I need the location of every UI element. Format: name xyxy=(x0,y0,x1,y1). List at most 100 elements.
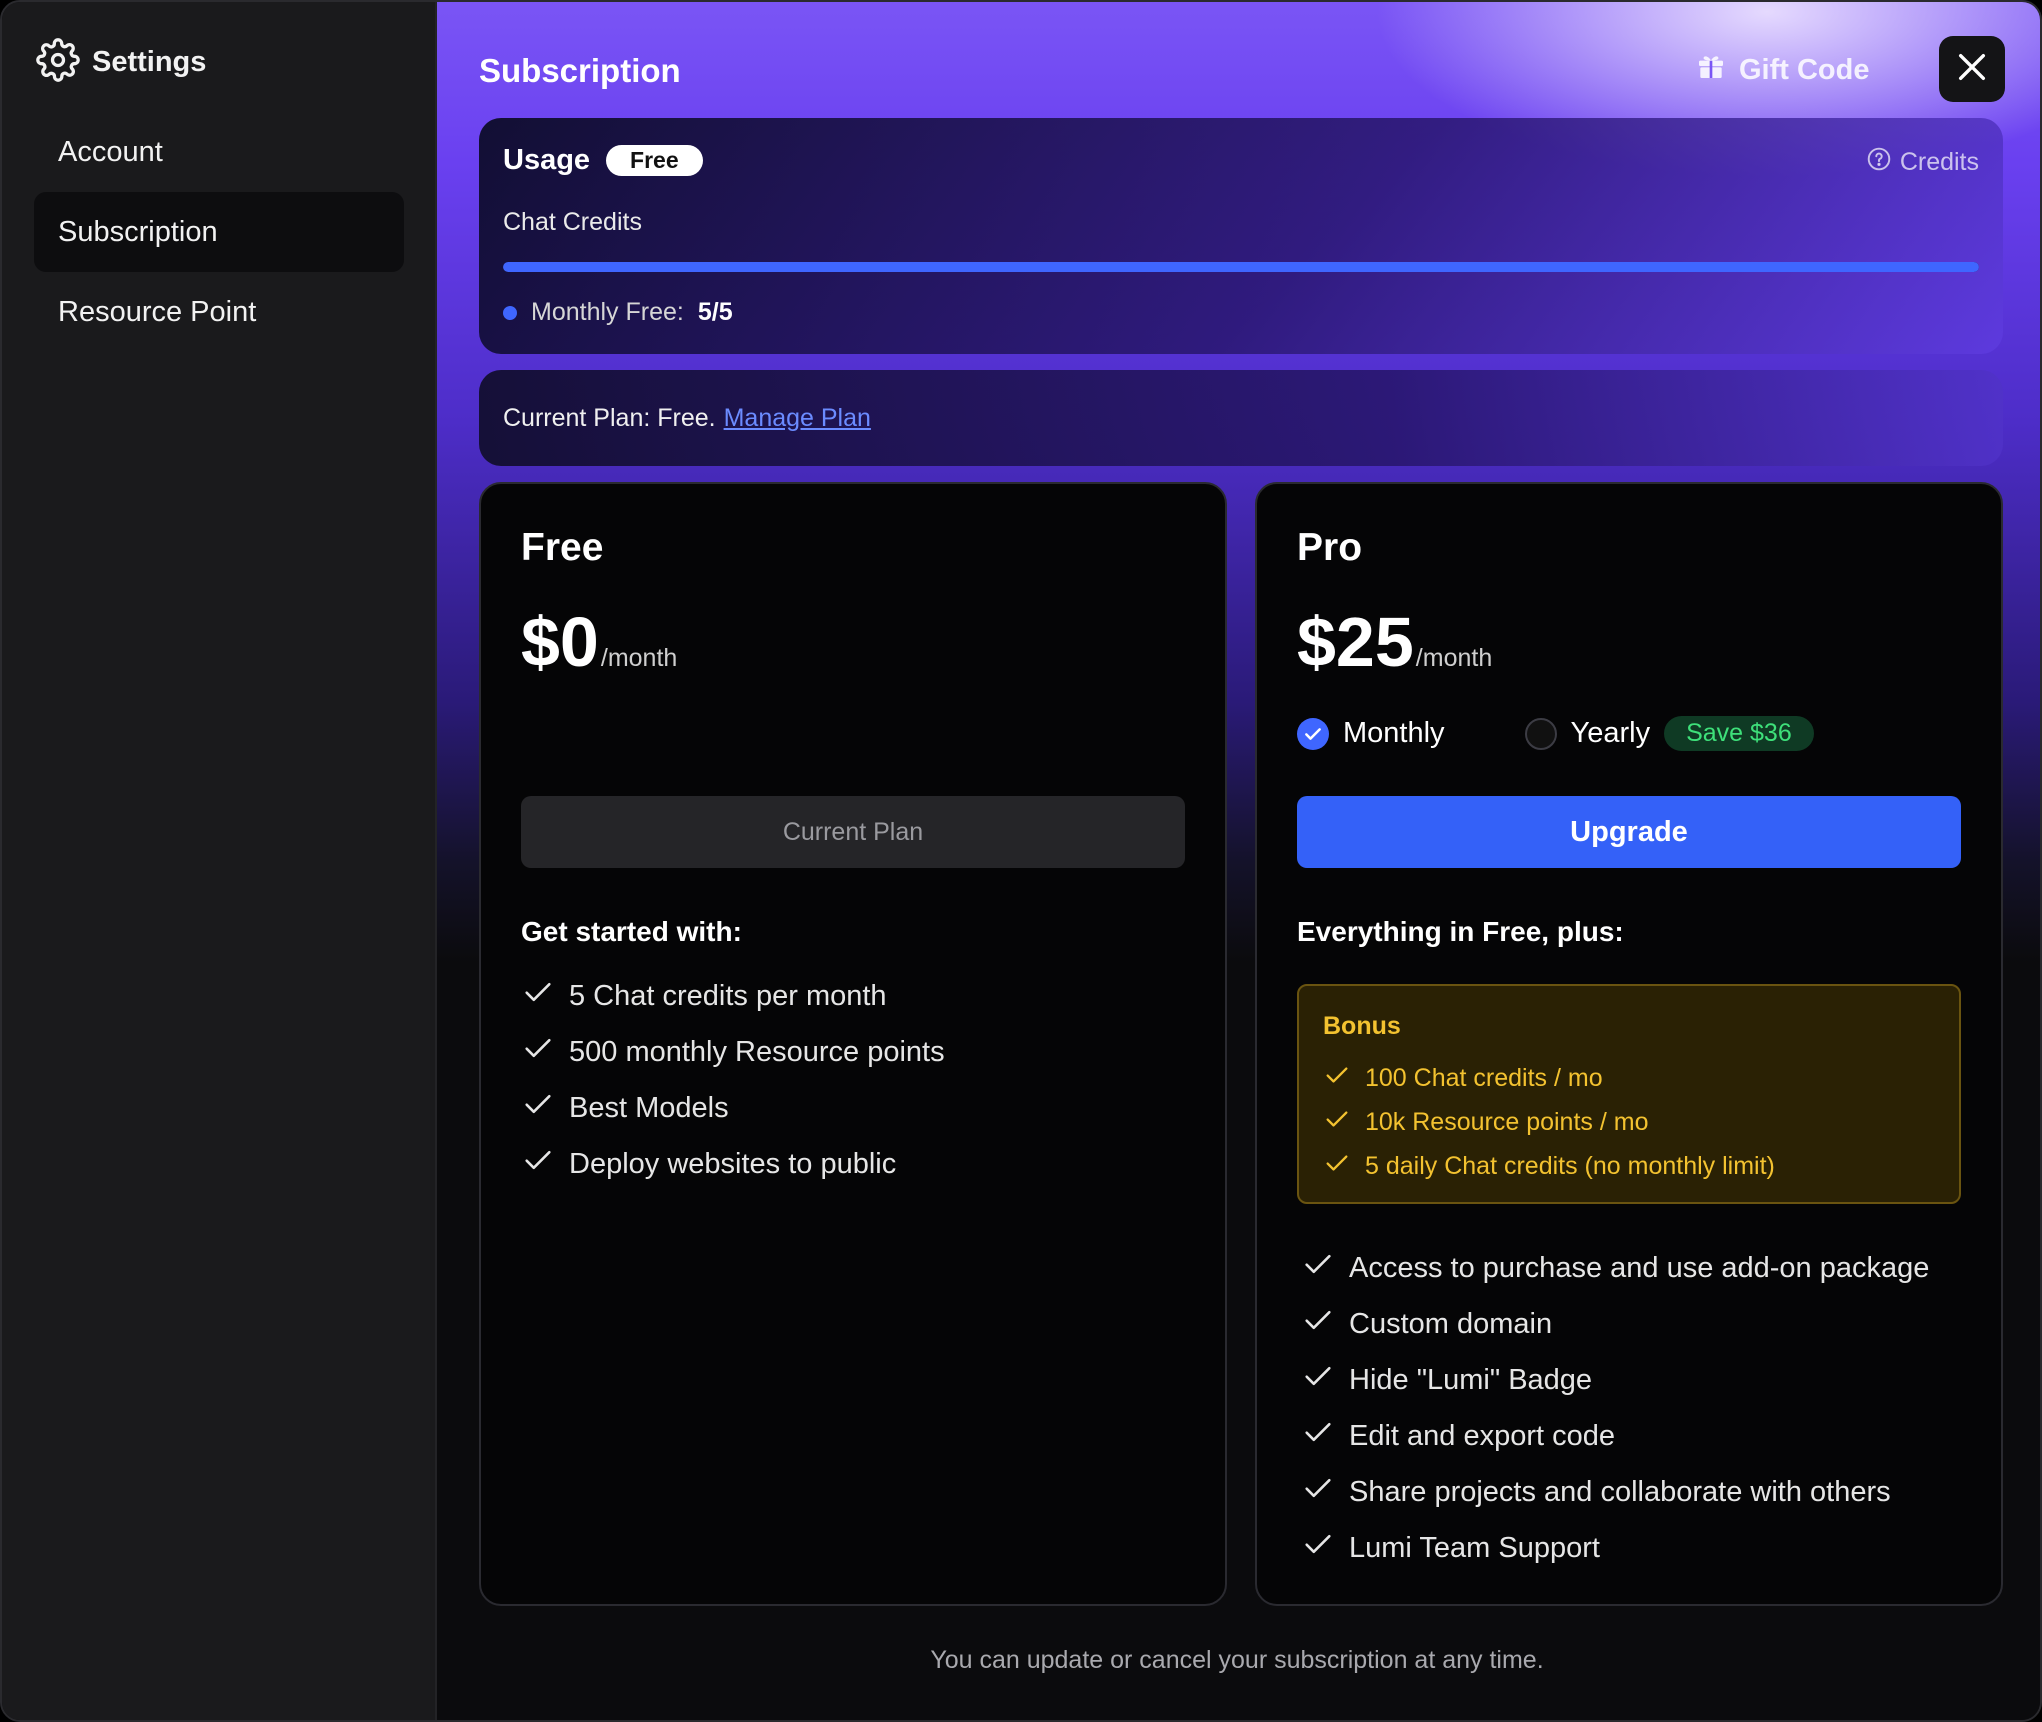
list-item: 500 monthly Resource points xyxy=(521,1024,945,1080)
list-item: 100 Chat credits / mo xyxy=(1323,1056,1775,1100)
settings-window: Settings Account Subscription Resource P… xyxy=(0,0,2042,1722)
feature-text: Deploy websites to public xyxy=(569,1147,897,1180)
usage-header: Usage Free xyxy=(503,144,703,177)
list-item: Lumi Team Support xyxy=(1301,1520,1929,1576)
save-badge: Save $36 xyxy=(1664,716,1814,751)
plan-name: Pro xyxy=(1297,526,1363,569)
list-item: Access to purchase and use add-on packag… xyxy=(1301,1240,1929,1296)
question-circle-icon xyxy=(1866,146,1892,179)
gift-code-button[interactable]: Gift Code xyxy=(1695,50,1870,90)
bonus-list: 100 Chat credits / mo 10k Resource point… xyxy=(1323,1056,1775,1188)
feature-text: Edit and export code xyxy=(1349,1419,1616,1452)
plan-name: Free xyxy=(521,526,604,569)
list-item: Custom domain xyxy=(1301,1296,1929,1352)
close-icon xyxy=(1955,50,1989,89)
gift-code-label: Gift Code xyxy=(1739,53,1870,86)
feature-text: 500 monthly Resource points xyxy=(569,1035,945,1068)
chat-credits-label: Chat Credits xyxy=(503,208,642,236)
bonus-text: 5 daily Chat credits (no monthly limit) xyxy=(1365,1151,1775,1180)
bonus-title: Bonus xyxy=(1323,1012,1401,1040)
monthly-free-status: Monthly Free: 5/5 xyxy=(503,298,733,327)
page-title: Subscription xyxy=(479,52,681,89)
plan-price: $0 /month xyxy=(521,602,677,682)
sidebar-title: Settings xyxy=(92,46,207,78)
radio-unchecked-icon xyxy=(1524,717,1557,750)
check-icon xyxy=(521,1143,555,1185)
check-icon xyxy=(1323,1105,1351,1140)
free-plan-card: Free $0 /month Current Plan Get started … xyxy=(479,482,1227,1606)
price-period: /month xyxy=(600,644,678,672)
check-icon xyxy=(1301,1359,1335,1401)
list-item: 5 Chat credits per month xyxy=(521,968,945,1024)
footer-note: You can update or cancel your subscripti… xyxy=(930,1646,1544,1674)
feature-text: Share projects and collaborate with othe… xyxy=(1349,1475,1891,1508)
billing-option-yearly[interactable]: Yearly xyxy=(1524,717,1651,750)
features-title: Get started with: xyxy=(521,916,742,947)
sidebar-nav: Account Subscription Resource Point xyxy=(34,112,404,352)
usage-title: Usage xyxy=(503,144,591,176)
manage-plan-link[interactable]: Manage Plan xyxy=(724,404,871,433)
check-icon xyxy=(1323,1149,1351,1184)
list-item: Best Models xyxy=(521,1080,945,1136)
current-plan-bar: Current Plan: Free. Manage Plan xyxy=(479,370,2003,466)
pro-plan-card: Pro $25 /month Monthly Yearly Save $36 U xyxy=(1255,482,2003,1606)
credits-help-link[interactable]: Credits xyxy=(1866,146,1979,179)
billing-option-label: Monthly xyxy=(1343,717,1445,749)
plan-price: $25 /month xyxy=(1297,602,1492,682)
monthly-free-label: Monthly Free: xyxy=(531,298,684,326)
price-amount: $25 xyxy=(1297,603,1414,681)
billing-option-label: Yearly xyxy=(1570,717,1651,749)
check-icon xyxy=(1301,1471,1335,1513)
billing-option-monthly[interactable]: Monthly xyxy=(1297,717,1445,750)
bonus-text: 10k Resource points / mo xyxy=(1365,1107,1649,1136)
feature-text: Access to purchase and use add-on packag… xyxy=(1349,1251,1930,1284)
bonus-text: 100 Chat credits / mo xyxy=(1365,1063,1603,1092)
list-item: 5 daily Chat credits (no monthly limit) xyxy=(1323,1144,1775,1188)
feature-list: 5 Chat credits per month 500 monthly Res… xyxy=(521,968,945,1192)
check-icon xyxy=(1301,1527,1335,1569)
feature-text: Hide "Lumi" Badge xyxy=(1349,1363,1593,1396)
sidebar-header: Settings xyxy=(36,38,206,87)
progress-fill xyxy=(503,262,1979,272)
price-period: /month xyxy=(1415,644,1493,672)
plan-badge: Free xyxy=(606,145,703,176)
list-item: Edit and export code xyxy=(1301,1408,1929,1464)
feature-text: Custom domain xyxy=(1349,1307,1553,1340)
current-plan-text: Current Plan: Free. xyxy=(503,403,716,432)
current-plan-button: Current Plan xyxy=(521,796,1185,868)
check-icon xyxy=(1301,1415,1335,1457)
check-icon xyxy=(1301,1303,1335,1345)
sidebar-item-label: Account xyxy=(58,135,163,168)
check-icon xyxy=(521,1087,555,1129)
usage-card: Usage Free Credits Chat Credits Monthly … xyxy=(479,118,2003,354)
sidebar: Settings Account Subscription Resource P… xyxy=(2,2,437,1720)
sidebar-item-subscription[interactable]: Subscription xyxy=(34,192,404,272)
credits-link-label: Credits xyxy=(1899,148,1979,176)
sidebar-item-label: Subscription xyxy=(58,215,218,248)
list-item: 10k Resource points / mo xyxy=(1323,1100,1775,1144)
gift-icon xyxy=(1695,50,1727,90)
list-item: Deploy websites to public xyxy=(521,1136,945,1192)
radio-checked-icon xyxy=(1297,717,1329,750)
upgrade-button[interactable]: Upgrade xyxy=(1297,796,1961,868)
main-panel: Subscription Gift Code Usage Free Credit… xyxy=(437,2,2040,1720)
list-item: Share projects and collaborate with othe… xyxy=(1301,1464,1929,1520)
status-dot xyxy=(503,305,517,320)
feature-text: Best Models xyxy=(569,1091,729,1124)
feature-list: Access to purchase and use add-on packag… xyxy=(1301,1240,1929,1576)
features-title: Everything in Free, plus: xyxy=(1297,916,1624,947)
sidebar-item-resource-point[interactable]: Resource Point xyxy=(34,272,404,352)
feature-text: Lumi Team Support xyxy=(1349,1531,1600,1564)
feature-text: 5 Chat credits per month xyxy=(569,979,887,1012)
close-button[interactable] xyxy=(1939,36,2005,102)
check-icon xyxy=(1301,1247,1335,1289)
check-icon xyxy=(1323,1061,1351,1096)
gear-icon xyxy=(36,38,80,87)
monthly-free-value: 5/5 xyxy=(697,298,733,326)
price-amount: $0 xyxy=(521,603,599,681)
sidebar-item-account[interactable]: Account xyxy=(34,112,404,192)
list-item: Hide "Lumi" Badge xyxy=(1301,1352,1929,1408)
bonus-box: Bonus 100 Chat credits / mo 10k Resource… xyxy=(1297,984,1961,1204)
sidebar-item-label: Resource Point xyxy=(58,295,257,328)
check-icon xyxy=(521,975,555,1017)
